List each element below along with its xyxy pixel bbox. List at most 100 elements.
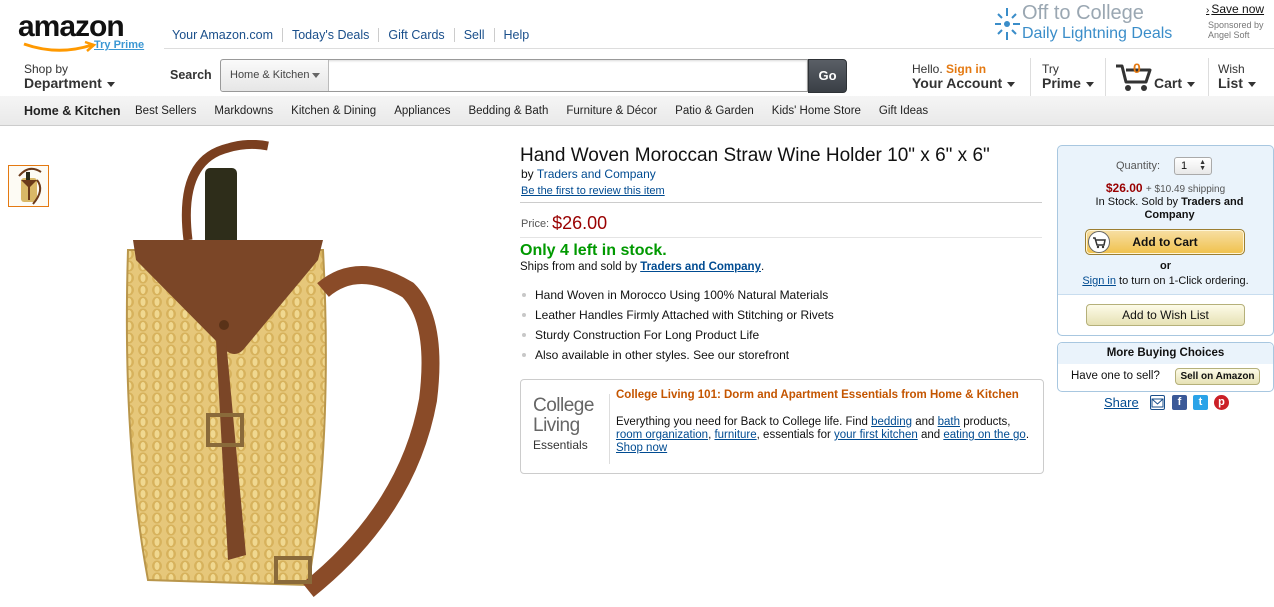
- logo-line-1: College: [533, 395, 594, 416]
- subnav-item-markdowns[interactable]: Markdowns: [205, 105, 282, 117]
- promo-banner[interactable]: Off to College Daily Lightning Deals: [992, 2, 1192, 46]
- or-text: or: [1160, 260, 1171, 272]
- subnav-item-appliances[interactable]: Appliances: [385, 105, 459, 117]
- sell-on-amazon-button[interactable]: Sell on Amazon: [1175, 368, 1260, 385]
- room-organization-link[interactable]: room organization: [616, 429, 708, 441]
- pinterest-icon[interactable]: p: [1214, 395, 1229, 410]
- subnav-item-gift-ideas[interactable]: Gift Ideas: [870, 105, 937, 117]
- eating-on-the-go-link[interactable]: eating on the go: [943, 429, 1026, 441]
- buy-box-price-value: $26.00: [1105, 181, 1143, 195]
- cart-icon: [1088, 231, 1110, 253]
- bedding-link[interactable]: bedding: [871, 416, 912, 428]
- top-link-todays-deals[interactable]: Today's Deals: [281, 28, 378, 42]
- save-now-label: Save now: [1211, 2, 1265, 16]
- add-to-cart-button[interactable]: Add to Cart: [1085, 229, 1245, 255]
- sponsored-by: Sponsored by Angel Soft: [1208, 20, 1264, 40]
- updown-icon: ▲ ▼: [1199, 159, 1206, 172]
- top-link-sell[interactable]: Sell: [453, 28, 494, 42]
- subnav-item-kitchen-dining[interactable]: Kitchen & Dining: [282, 105, 385, 117]
- department-label: Department: [24, 75, 102, 91]
- bath-link[interactable]: bath: [938, 416, 960, 428]
- sparkle-icon: [995, 8, 1020, 40]
- top-link-gift-cards[interactable]: Gift Cards: [378, 28, 453, 42]
- caret-down-icon: [106, 81, 115, 87]
- have-one-to-sell: Have one to sell?: [1071, 370, 1160, 382]
- first-kitchen-link[interactable]: your first kitchen: [834, 429, 918, 441]
- body-text: and: [915, 416, 935, 428]
- sign-in-link[interactable]: Sign in: [946, 62, 986, 76]
- add-to-wish-list-button[interactable]: Add to Wish List: [1086, 304, 1245, 326]
- subnav-item-bedding-bath[interactable]: Bedding & Bath: [459, 105, 557, 117]
- seller-link[interactable]: Traders and Company: [640, 261, 761, 273]
- brand-link[interactable]: Traders and Company: [537, 167, 656, 181]
- divider: [1105, 58, 1106, 96]
- top-link-your-amazon[interactable]: Your Amazon.com: [164, 28, 282, 42]
- college-living-logo[interactable]: College Living Essentials: [533, 396, 607, 454]
- sign-in-link[interactable]: Sign in: [1082, 275, 1116, 287]
- body-text: products,: [963, 416, 1011, 428]
- cart-count: 0: [1133, 60, 1141, 76]
- promo-line-1: Off to College: [1022, 2, 1144, 24]
- caret-down-icon: [1247, 81, 1256, 87]
- more-buying-choices: More Buying Choices Have one to sell? Se…: [1057, 342, 1274, 392]
- subnav-item-best-sellers[interactable]: Best Sellers: [126, 105, 205, 117]
- body-text: and: [920, 429, 941, 441]
- product-title: Hand Woven Moroccan Straw Wine Holder 10…: [520, 145, 990, 166]
- facebook-icon[interactable]: f: [1172, 395, 1187, 410]
- body-text: Everything you need for Back to College …: [616, 416, 868, 428]
- email-icon[interactable]: [1150, 395, 1165, 410]
- quantity-value: 1: [1181, 160, 1188, 172]
- ships-suffix: .: [760, 261, 765, 273]
- furniture-link[interactable]: furniture: [714, 429, 756, 441]
- shop-by-department[interactable]: Shop by Department: [24, 62, 115, 90]
- product-image[interactable]: [108, 139, 458, 607]
- feature-bullet: Also available in other styles. See our …: [522, 348, 834, 368]
- buy-box-price: $26.00 + $10.49 shipping: [1058, 181, 1273, 195]
- divider: [1030, 58, 1031, 96]
- first-review-link[interactable]: Be the first to review this item: [521, 185, 665, 197]
- feature-bullet: Hand Woven in Morocco Using 100% Natural…: [522, 288, 834, 308]
- feature-bullets: Hand Woven in Morocco Using 100% Natural…: [522, 288, 834, 368]
- search-category-label: Home & Kitchen: [230, 69, 310, 81]
- body-text: .: [1025, 429, 1030, 441]
- subnav-item-kids-home-store[interactable]: Kids' Home Store: [763, 105, 870, 117]
- prime-label: Prime: [1042, 75, 1081, 91]
- divider: [520, 202, 1042, 203]
- shop-now-link[interactable]: Shop now: [616, 442, 667, 454]
- wish-list-menu[interactable]: Wish List: [1218, 62, 1256, 90]
- college-body: Everything you need for Back to College …: [616, 416, 1036, 455]
- account-menu[interactable]: Hello. Sign in Your Account: [912, 62, 1016, 91]
- buy-box: Quantity: 1 ▲ ▼ $26.00 + $10.49 shipping …: [1057, 145, 1274, 336]
- product-thumbnail[interactable]: [8, 165, 49, 207]
- quantity-label: Quantity:: [1116, 160, 1161, 172]
- product-byline: by Traders and Company: [521, 167, 656, 181]
- search-input[interactable]: [330, 60, 806, 91]
- try-prime-link[interactable]: Try Prime: [94, 39, 144, 51]
- price-row: Price: $26.00: [521, 213, 607, 234]
- go-button[interactable]: Go: [808, 59, 847, 93]
- more-buying-heading: More Buying Choices: [1058, 343, 1273, 364]
- add-to-cart-label: Add to Cart: [1132, 235, 1198, 249]
- quantity-select[interactable]: 1 ▲ ▼: [1174, 157, 1212, 175]
- category-subnav: Home & Kitchen Best Sellers Markdowns Ki…: [0, 96, 1274, 126]
- caret-down-icon: [1187, 81, 1196, 87]
- search-category-select[interactable]: Home & Kitchen: [221, 60, 329, 91]
- price-value: $26.00: [552, 213, 608, 233]
- subnav-item-patio-garden[interactable]: Patio & Garden: [666, 105, 763, 117]
- twitter-icon[interactable]: t: [1193, 395, 1208, 410]
- your-account-label: Your Account: [912, 75, 1003, 91]
- save-now-link[interactable]: › Save now: [1206, 2, 1264, 16]
- subnav-category[interactable]: Home & Kitchen: [24, 104, 121, 118]
- one-click-signin: Sign in to turn on 1-Click ordering.: [1058, 275, 1273, 287]
- amazon-logo[interactable]: amazon Try Prime: [18, 12, 148, 54]
- college-headline[interactable]: College Living 101: Dorm and Apartment E…: [616, 389, 1036, 402]
- share-link[interactable]: Share: [1104, 395, 1139, 410]
- try-prime-menu[interactable]: Try Prime: [1042, 62, 1094, 90]
- logo-wordmark: amazon: [18, 10, 125, 43]
- top-link-help[interactable]: Help: [493, 28, 539, 42]
- divider: [1208, 58, 1209, 96]
- college-living-promo: College Living Essentials College Living…: [520, 379, 1044, 474]
- subnav-item-furniture-decor[interactable]: Furniture & Décor: [557, 105, 666, 117]
- ships-prefix: Ships from and sold by: [520, 261, 637, 273]
- cart-button[interactable]: 0 Cart: [1114, 60, 1204, 94]
